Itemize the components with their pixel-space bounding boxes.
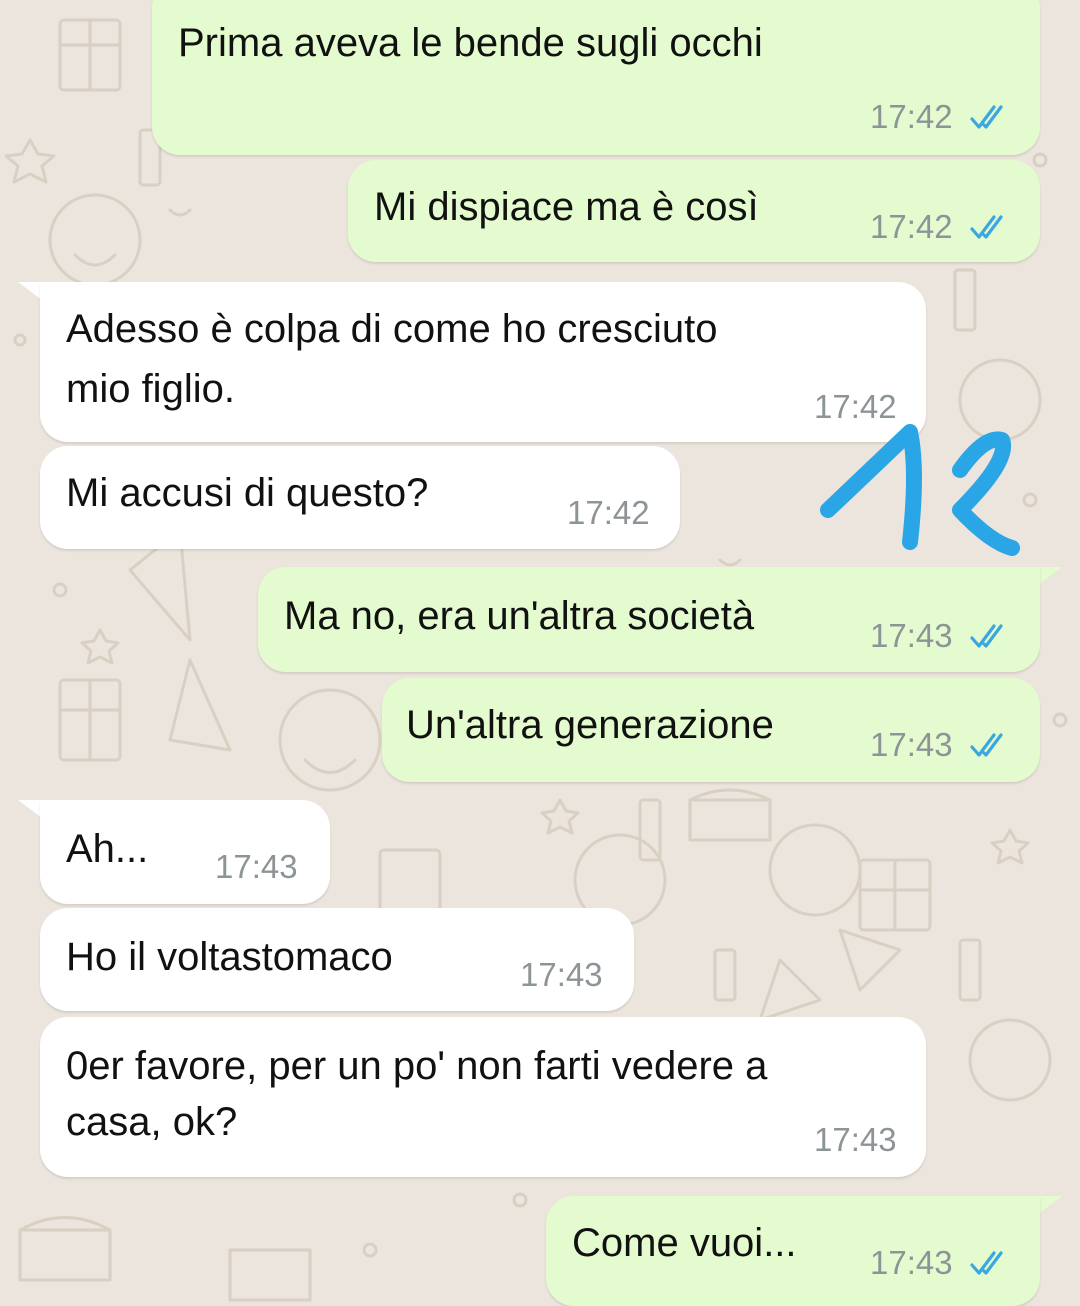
read-receipt-icon: [970, 624, 1003, 648]
message-text-line: 0er favore, per un po' non farti vedere …: [66, 1044, 768, 1088]
message-text: Mi dispiace ma è così: [374, 185, 759, 229]
read-receipt-icon: [970, 105, 1003, 129]
message-time: 17:43: [520, 956, 603, 993]
message-bubble-outgoing[interactable]: Mi dispiace ma è così 17:42: [348, 160, 1040, 262]
message-text: Mi accusi di questo?: [66, 471, 429, 515]
read-receipt-icon: [970, 733, 1003, 757]
message-text: Ma no, era un'altra società: [284, 594, 755, 638]
message-text: Come vuoi...: [572, 1221, 797, 1265]
message-time: 17:43: [814, 1121, 897, 1158]
message-text-line: Adesso è colpa di come ho cresciuto: [66, 307, 718, 351]
message-time: 17:43: [870, 726, 953, 763]
message-bubble-incoming[interactable]: Ah... 17:43: [40, 800, 330, 904]
message-text-line: casa, ok?: [66, 1100, 238, 1144]
message-bubble-outgoing[interactable]: Come vuoi... 17:43: [546, 1196, 1040, 1306]
message-bubble-outgoing[interactable]: Ma no, era un'altra società 17:43: [258, 567, 1040, 672]
message-text: Prima aveva le bende sugli occhi: [178, 21, 763, 65]
read-receipt-icon: [970, 215, 1003, 239]
message-text: Ah...: [66, 827, 149, 871]
message-time: 17:42: [870, 208, 953, 245]
message-time: 17:42: [567, 494, 650, 531]
message-bubble-incoming[interactable]: 0er favore, per un po' non farti vedere …: [40, 1017, 926, 1177]
message-bubble-outgoing[interactable]: Un'altra generazione 17:43: [382, 678, 1040, 782]
message-text: Un'altra generazione: [406, 703, 774, 747]
message-bubble-incoming[interactable]: Ho il voltastomaco 17:43: [40, 908, 634, 1011]
message-time: 17:42: [870, 98, 953, 135]
message-bubble-outgoing[interactable]: Prima aveva le bende sugli occhi 17:42: [152, 0, 1040, 155]
message-bubble-incoming[interactable]: Adesso è colpa di come ho cresciuto mio …: [40, 282, 926, 442]
message-time: 17:43: [870, 1244, 953, 1281]
message-text: Ho il voltastomaco: [66, 935, 393, 979]
message-text-line: mio figlio.: [66, 367, 235, 411]
message-time: 17:43: [215, 848, 298, 885]
read-receipt-icon: [970, 1251, 1003, 1275]
message-bubble-incoming[interactable]: Mi accusi di questo? 17:42: [40, 446, 680, 549]
message-time: 17:43: [870, 617, 953, 654]
handwritten-annotation-12: [820, 424, 1020, 556]
chat-conversation[interactable]: Prima aveva le bende sugli occhi 17:42 M…: [0, 0, 1080, 1306]
